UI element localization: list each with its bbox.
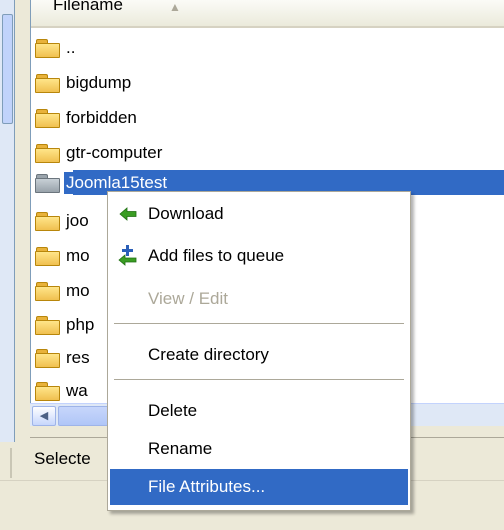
column-header-filename[interactable]: Filename ▲ xyxy=(31,0,504,28)
menu-item-label: Delete xyxy=(148,401,198,420)
left-pane-scrollbar[interactable] xyxy=(0,0,15,442)
folder-icon xyxy=(35,38,60,58)
file-name: .. xyxy=(66,37,76,57)
status-divider xyxy=(10,448,12,478)
menu-separator xyxy=(114,323,404,324)
folder-icon xyxy=(35,211,60,231)
folder-icon xyxy=(35,348,60,368)
folder-icon xyxy=(35,73,60,93)
file-name: php xyxy=(66,314,95,334)
folder-icon xyxy=(35,381,60,401)
menu-item-view-edit: View / Edit xyxy=(110,281,408,317)
file-name: gtr-computer xyxy=(66,142,163,162)
file-name: res xyxy=(66,347,90,367)
file-name: joo xyxy=(66,210,89,230)
menu-item-download[interactable]: Download xyxy=(110,196,408,232)
left-pane-scroll-thumb[interactable] xyxy=(2,14,13,124)
file-row[interactable]: bigdump xyxy=(35,68,504,97)
file-name: mo xyxy=(66,280,90,300)
folder-icon xyxy=(35,173,60,193)
menu-item-add-to-queue[interactable]: Add files to queue xyxy=(110,238,408,274)
file-name: wa xyxy=(66,380,88,400)
folder-icon xyxy=(35,315,60,335)
folder-icon xyxy=(35,281,60,301)
file-name: bigdump xyxy=(66,72,132,92)
file-row[interactable]: gtr-computer xyxy=(35,138,504,167)
download-arrow-icon xyxy=(118,204,138,224)
menu-item-label: File Attributes... xyxy=(148,477,266,496)
menu-item-label: View / Edit xyxy=(148,289,229,308)
menu-item-rename[interactable]: Rename xyxy=(110,431,408,467)
menu-item-label: Create directory xyxy=(148,345,269,364)
menu-separator xyxy=(114,379,404,380)
menu-item-file-attributes[interactable]: File Attributes... xyxy=(110,469,408,505)
menu-item-delete[interactable]: Delete xyxy=(110,393,408,429)
menu-item-label: Download xyxy=(148,204,224,223)
file-name: mo xyxy=(66,245,90,265)
menu-item-label: Add files to queue xyxy=(148,246,285,265)
sort-ascending-icon: ▲ xyxy=(169,0,181,14)
folder-icon xyxy=(35,246,60,266)
status-text: Selecte xyxy=(34,449,91,468)
column-header-label: Filename xyxy=(53,0,123,14)
folder-icon xyxy=(35,108,60,128)
context-menu: Download Add files to queue View / Edit … xyxy=(107,191,411,511)
scroll-left-button[interactable]: ◀ xyxy=(32,406,56,426)
menu-item-label: Rename xyxy=(148,439,213,458)
folder-icon xyxy=(35,143,60,163)
file-row[interactable]: forbidden xyxy=(35,103,504,132)
file-row-parent[interactable]: .. xyxy=(35,33,504,62)
menu-item-create-directory[interactable]: Create directory xyxy=(110,337,408,373)
add-to-queue-icon xyxy=(118,245,138,266)
file-name: forbidden xyxy=(66,107,137,127)
